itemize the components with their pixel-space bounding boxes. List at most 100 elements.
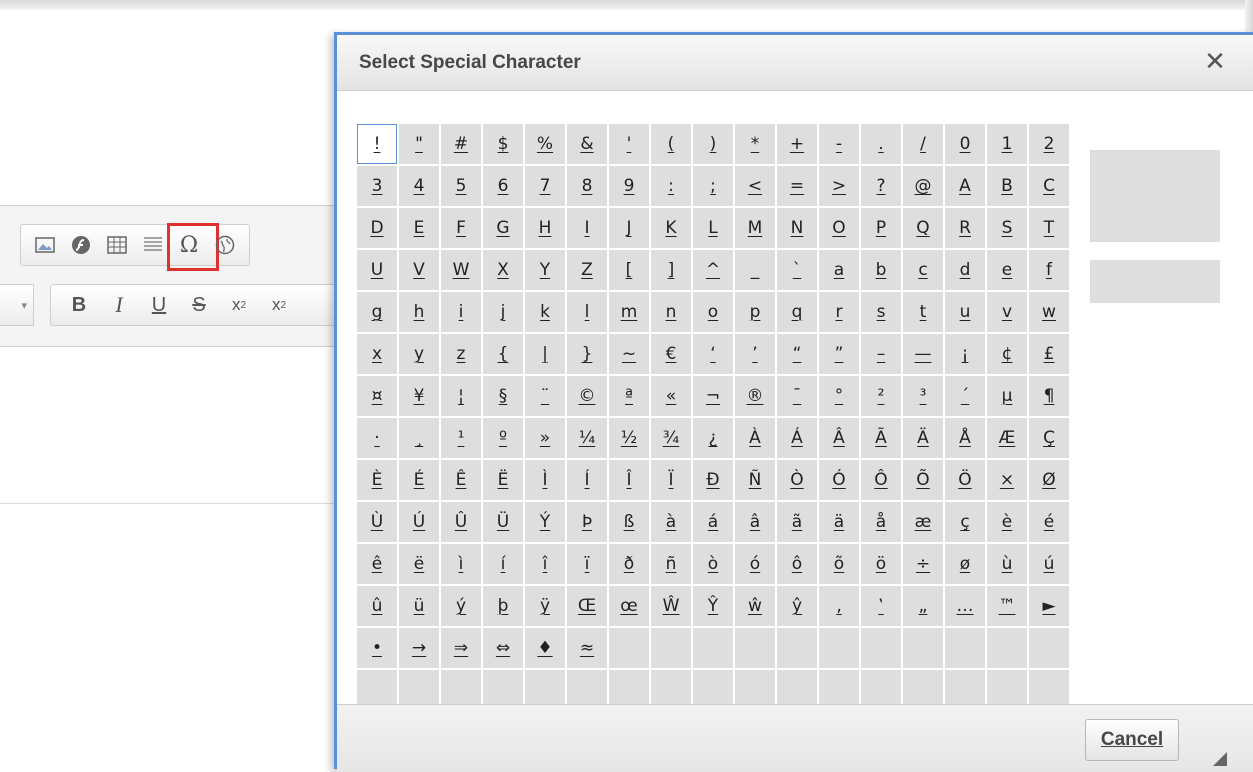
character-link[interactable]: h — [414, 302, 425, 322]
character-cell[interactable]: < — [735, 166, 775, 206]
character-link[interactable]: " — [415, 134, 423, 154]
character-cell[interactable]: H — [525, 208, 565, 248]
character-link[interactable]: ì — [459, 554, 464, 574]
character-cell[interactable]: [ — [609, 250, 649, 290]
character-cell[interactable]: û — [357, 586, 397, 626]
character-link[interactable]: ) — [710, 134, 717, 154]
character-cell[interactable]: > — [819, 166, 859, 206]
character-link[interactable]: ø — [960, 554, 970, 574]
character-link[interactable]: ó — [750, 554, 760, 574]
character-link[interactable]: 7 — [540, 176, 551, 196]
character-cell[interactable]: ù — [987, 544, 1027, 584]
character-link[interactable]: ù — [1002, 554, 1013, 574]
character-cell[interactable]: R — [945, 208, 985, 248]
character-link[interactable]: — — [915, 344, 932, 364]
character-cell[interactable]: 2 — [1029, 124, 1069, 164]
character-cell[interactable]: ß — [609, 502, 649, 542]
character-cell[interactable]: ¸ — [399, 418, 439, 458]
character-cell[interactable]: ã — [777, 502, 817, 542]
character-link[interactable]: p — [750, 302, 761, 322]
character-link[interactable]: ¡ — [962, 344, 969, 364]
character-cell[interactable]: { — [483, 334, 523, 374]
character-link[interactable]: g — [372, 302, 383, 322]
character-link[interactable]: j — [501, 302, 506, 322]
character-cell[interactable]: ► — [1029, 586, 1069, 626]
character-cell[interactable]: * — [735, 124, 775, 164]
character-cell[interactable]: = — [777, 166, 817, 206]
character-cell[interactable]: ¬ — [693, 376, 733, 416]
character-cell[interactable]: ó — [735, 544, 775, 584]
character-cell[interactable]: í — [483, 544, 523, 584]
character-link[interactable]: ð — [624, 554, 634, 574]
character-link[interactable]: ´ — [961, 386, 970, 406]
character-link[interactable]: H — [539, 218, 552, 238]
character-link[interactable]: è — [1002, 512, 1012, 532]
character-cell[interactable]: ™ — [987, 586, 1027, 626]
character-cell[interactable]: • — [357, 628, 397, 668]
character-link[interactable]: » — [540, 428, 550, 448]
flash-icon[interactable] — [63, 229, 99, 261]
character-cell[interactable]: „ — [903, 586, 943, 626]
character-cell[interactable]: g — [357, 292, 397, 332]
character-cell[interactable]: Q — [903, 208, 943, 248]
character-cell[interactable]: Ô — [861, 460, 901, 500]
character-link[interactable]: õ — [834, 554, 844, 574]
character-link[interactable]: s — [877, 302, 886, 322]
character-cell[interactable]: $ — [483, 124, 523, 164]
character-link[interactable]: ‛ — [878, 596, 883, 616]
character-cell[interactable]: Ü — [483, 502, 523, 542]
character-cell[interactable]: ‘ — [693, 334, 733, 374]
character-link[interactable]: þ — [498, 596, 509, 616]
resize-handle[interactable] — [1213, 752, 1227, 766]
character-cell[interactable]: W — [441, 250, 481, 290]
character-cell[interactable]: F — [441, 208, 481, 248]
character-cell[interactable]: I — [567, 208, 607, 248]
character-link[interactable]: u — [960, 302, 971, 322]
character-link[interactable]: ≈ — [580, 638, 594, 658]
character-link[interactable]: ¥ — [414, 386, 425, 406]
character-cell[interactable]: G — [483, 208, 523, 248]
image-icon[interactable] — [27, 229, 63, 261]
character-cell[interactable]: ” — [819, 334, 859, 374]
character-cell[interactable]: © — [567, 376, 607, 416]
character-cell[interactable]: “ — [777, 334, 817, 374]
character-cell[interactable]: L — [693, 208, 733, 248]
character-cell[interactable]: Ö — [945, 460, 985, 500]
character-link[interactable]: = — [790, 176, 804, 196]
character-link[interactable]: ► — [1042, 596, 1055, 616]
character-link[interactable]: J — [626, 218, 631, 238]
character-cell[interactable]: ª — [609, 376, 649, 416]
character-cell[interactable]: ° — [819, 376, 859, 416]
character-link[interactable]: } — [582, 344, 593, 364]
character-cell[interactable]: ♦ — [525, 628, 565, 668]
character-cell[interactable]: Þ — [567, 502, 607, 542]
character-link[interactable]: Ì — [542, 470, 547, 490]
character-link[interactable]: L — [708, 218, 717, 238]
character-cell[interactable]: ^ — [693, 250, 733, 290]
character-link[interactable]: r — [836, 302, 843, 322]
character-link[interactable]: Û — [455, 512, 467, 532]
character-cell[interactable]: → — [399, 628, 439, 668]
character-link[interactable]: < — [748, 176, 762, 196]
character-link[interactable]: Ä — [917, 428, 929, 448]
character-cell[interactable]: õ — [819, 544, 859, 584]
character-link[interactable]: O — [832, 218, 845, 238]
character-cell[interactable]: V — [399, 250, 439, 290]
character-cell[interactable]: ¦ — [441, 376, 481, 416]
character-cell[interactable]: × — [987, 460, 1027, 500]
character-cell[interactable]: Õ — [903, 460, 943, 500]
character-cell[interactable]: Ì — [525, 460, 565, 500]
character-link[interactable]: ß — [624, 512, 635, 532]
table-icon[interactable] — [99, 229, 135, 261]
character-cell[interactable]: P — [861, 208, 901, 248]
character-link[interactable]: µ — [1002, 386, 1013, 406]
character-cell[interactable]: ² — [861, 376, 901, 416]
character-link[interactable]: ¦ — [458, 386, 464, 406]
bold-button[interactable]: B — [59, 289, 99, 321]
character-link[interactable]: û — [372, 596, 383, 616]
character-cell[interactable]: ø — [945, 544, 985, 584]
character-cell[interactable]: d — [945, 250, 985, 290]
character-link[interactable]: U — [371, 260, 383, 280]
character-link[interactable]: ¹ — [458, 428, 465, 448]
character-link[interactable]: ‚ — [836, 596, 841, 616]
